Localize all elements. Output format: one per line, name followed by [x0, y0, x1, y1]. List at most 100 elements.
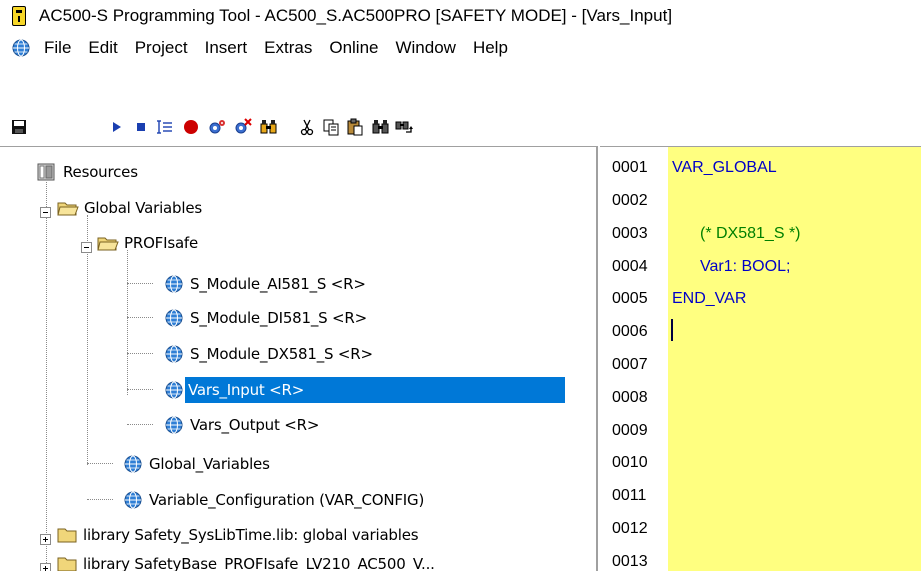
globe-icon — [165, 275, 183, 293]
tree-line — [127, 424, 153, 425]
tree-line — [127, 353, 153, 354]
step-icon[interactable] — [154, 116, 176, 138]
menu-online[interactable]: Online — [329, 38, 378, 58]
project-tree: Resources Global Variables PROFIsafe S_M… — [0, 146, 598, 571]
text-cursor — [671, 319, 673, 341]
tree-line — [127, 250, 128, 395]
menu-bar: File Edit Project Insert Extras Online W… — [0, 33, 921, 63]
app-icon — [12, 6, 26, 26]
find-icon[interactable] — [370, 116, 392, 138]
line-number: 0006 — [612, 323, 648, 340]
tree-item-variable-configuration[interactable]: Variable_Configuration (VAR_CONFIG) — [124, 487, 427, 513]
line-number: 0007 — [612, 356, 648, 373]
tree-label-selected: Vars_Input <R> — [185, 377, 565, 403]
tree-label: Resources — [63, 163, 138, 181]
tree-folder-profisafe[interactable]: PROFIsafe — [97, 230, 201, 256]
menu-insert[interactable]: Insert — [205, 38, 248, 58]
menu-extras[interactable]: Extras — [264, 38, 312, 58]
tree-label: PROFIsafe — [124, 234, 199, 252]
collapse-toggle[interactable] — [40, 207, 51, 218]
expand-toggle[interactable] — [40, 563, 51, 571]
line-number: 0013 — [612, 553, 648, 570]
resources-icon — [37, 163, 55, 181]
menu-file[interactable]: File — [44, 38, 71, 58]
breakpoint-icon[interactable] — [180, 116, 202, 138]
tree-label: library SafetyBase_PROFIsafe_LV210_AC500… — [83, 555, 435, 571]
code-editor[interactable]: 0001 0002 0003 0004 0005 0006 0007 0008 … — [600, 146, 921, 571]
line-number-gutter: 0001 0002 0003 0004 0005 0006 0007 0008 … — [600, 147, 668, 571]
line-number: 0010 — [612, 454, 648, 471]
tree-folder-library-safetybase[interactable]: library SafetyBase_PROFIsafe_LV210_AC500… — [57, 551, 438, 571]
tree-label: S_Module_DX581_S <R> — [190, 345, 373, 363]
line-number: 0003 — [612, 225, 648, 242]
menu-help[interactable]: Help — [473, 38, 508, 58]
line-number: 0012 — [612, 520, 648, 537]
run-icon[interactable] — [106, 116, 128, 138]
code-line: VAR_GLOBAL — [672, 159, 777, 176]
tree-line — [127, 317, 153, 318]
tree-line — [87, 463, 113, 464]
gear-icon[interactable] — [206, 116, 228, 138]
line-number: 0005 — [612, 290, 648, 307]
tree-line — [127, 389, 153, 390]
globe-icon — [165, 309, 183, 327]
tree-line — [127, 283, 153, 284]
folder-icon — [57, 557, 77, 571]
tree-label: library Safety_SysLibTime.lib: global va… — [83, 526, 419, 544]
globe-icon[interactable] — [12, 39, 30, 57]
collapse-toggle[interactable] — [81, 242, 92, 253]
menu-window[interactable]: Window — [395, 38, 455, 58]
code-line: END_VAR — [672, 290, 747, 307]
variable-type: BOOL; — [741, 258, 791, 275]
tree-line — [87, 499, 113, 500]
tree-label: S_Module_AI581_S <R> — [190, 275, 366, 293]
tree-item-s-module-di581[interactable]: S_Module_DI581_S <R> — [165, 305, 370, 331]
globe-icon — [165, 381, 183, 399]
paste-icon[interactable] — [344, 116, 366, 138]
globe-icon — [165, 345, 183, 363]
tree-folder-global-variables[interactable]: Global Variables — [57, 195, 205, 221]
toolbar — [0, 107, 921, 145]
folder-icon — [57, 528, 77, 543]
title-bar: AC500-S Programming Tool - AC500_S.AC500… — [0, 0, 921, 32]
line-number: 0009 — [612, 422, 648, 439]
open-folder-icon — [97, 237, 119, 251]
binoculars-icon[interactable] — [258, 116, 280, 138]
tree-item-s-module-dx581[interactable]: S_Module_DX581_S <R> — [165, 341, 376, 367]
tree-label: S_Module_DI581_S <R> — [190, 309, 368, 327]
tree-item-resources[interactable]: Resources — [36, 159, 141, 185]
cut-icon[interactable] — [296, 116, 318, 138]
tree-label: Global Variables — [84, 199, 202, 217]
copy-icon[interactable] — [320, 116, 342, 138]
gear-remove-icon[interactable] — [232, 116, 254, 138]
globe-icon — [165, 416, 183, 434]
line-number: 0011 — [612, 487, 647, 504]
stop-icon[interactable] — [130, 116, 152, 138]
code-area[interactable]: VAR_GLOBAL (* DX581_S *) Var1: BOOL; END… — [668, 147, 921, 571]
tree-item-vars-input[interactable]: Vars_Input <R> — [165, 377, 565, 403]
find-next-icon[interactable] — [394, 116, 416, 138]
tree-item-global-variables[interactable]: Global_Variables — [124, 451, 273, 477]
save-icon[interactable] — [8, 116, 30, 138]
tree-item-vars-output[interactable]: Vars_Output <R> — [165, 412, 322, 438]
line-number: 0002 — [612, 192, 648, 209]
tree-line — [46, 182, 47, 567]
window-title: AC500-S Programming Tool - AC500_S.AC500… — [39, 6, 673, 25]
tree-label: Vars_Output <R> — [190, 416, 320, 434]
tree-label: Global_Variables — [149, 455, 270, 473]
expand-toggle[interactable] — [40, 534, 51, 545]
tree-item-s-module-ai581[interactable]: S_Module_AI581_S <R> — [165, 271, 369, 297]
variable-name: Var1: — [700, 258, 742, 275]
line-number: 0004 — [612, 258, 648, 275]
line-number: 0001 — [612, 159, 648, 176]
code-line-declaration: Var1: BOOL; — [700, 258, 790, 276]
globe-icon — [124, 491, 142, 509]
open-folder-icon — [57, 202, 79, 216]
menu-project[interactable]: Project — [135, 38, 188, 58]
tree-label: Variable_Configuration (VAR_CONFIG) — [149, 491, 425, 509]
globe-icon — [124, 455, 142, 473]
line-number: 0008 — [612, 389, 648, 406]
menu-edit[interactable]: Edit — [88, 38, 117, 58]
tree-folder-library-systime[interactable]: library Safety_SysLibTime.lib: global va… — [57, 522, 421, 548]
code-line-comment: (* DX581_S *) — [700, 225, 801, 242]
